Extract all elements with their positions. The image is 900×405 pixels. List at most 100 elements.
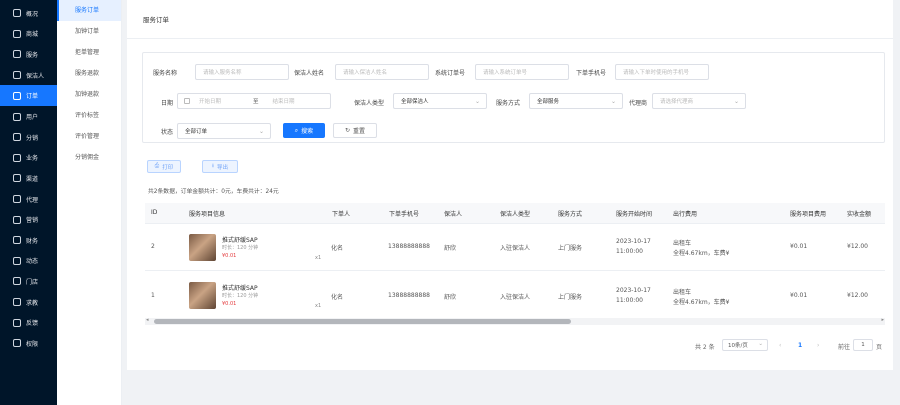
phone-label: 下单手机号 xyxy=(576,70,607,77)
finance-icon xyxy=(13,236,21,245)
goto-page-input[interactable]: 1 xyxy=(853,339,873,351)
submenu-item[interactable]: 分销佣金 xyxy=(57,147,121,168)
header-cleaner: 保洁人 xyxy=(444,211,463,218)
horizontal-scrollbar[interactable]: ◂ ▸ xyxy=(145,317,885,325)
store-icon xyxy=(13,277,21,286)
channel-icon xyxy=(13,174,21,183)
scroll-right-icon[interactable]: ▸ xyxy=(881,317,884,323)
header-item-fee: 服务项目费用 xyxy=(790,211,827,218)
date-label: 日期 xyxy=(161,100,174,107)
date-start-placeholder: 开始日期 xyxy=(199,99,222,105)
divider xyxy=(145,223,885,224)
next-page-icon[interactable]: › xyxy=(817,342,819,349)
sidebar-item[interactable]: 财务 xyxy=(0,230,57,251)
submenu: 服务订单 加钟订单 拒单管理 服务退款 加钟退款 评价标签 评价管理 分销佣金 xyxy=(57,0,122,405)
chevron-down-icon: ⌄ xyxy=(758,341,763,347)
export-button-label: 导出 xyxy=(216,164,228,171)
sidebar-item[interactable]: 代理 xyxy=(0,189,57,210)
page-size-select[interactable]: 10条/页 ⌄ xyxy=(722,339,768,351)
cleaner-type-select[interactable]: 全部保洁人 ⌄ xyxy=(393,93,487,109)
export-button[interactable]: ⭳ 导出 xyxy=(202,160,238,173)
agent-placeholder: 请选择代理商 xyxy=(660,99,694,105)
sidebar-item[interactable]: 商城 xyxy=(0,24,57,45)
cell-qty: x1 xyxy=(315,255,322,261)
cell-cleaner: 舒欣 xyxy=(444,245,457,252)
reset-button[interactable]: ↻ 重置 xyxy=(333,123,377,138)
submenu-item[interactable]: 服务订单 xyxy=(57,0,121,21)
search-button-label: 搜索 xyxy=(301,128,314,135)
cleaner-icon xyxy=(13,71,21,80)
sidebar-item[interactable]: 用户 xyxy=(0,106,57,127)
status-label: 状态 xyxy=(161,129,174,136)
service-name-label: 服务名称 xyxy=(153,70,178,77)
scrollbar-thumb[interactable] xyxy=(154,319,571,324)
header-received: 实收金额 xyxy=(847,211,872,218)
help-icon xyxy=(13,298,21,307)
sidebar-item[interactable]: 动态 xyxy=(0,251,57,272)
marketing-icon xyxy=(13,215,21,224)
cleaner-type-value: 全部保洁人 xyxy=(401,99,429,105)
sidebar-item[interactable]: 服务 xyxy=(0,44,57,65)
cell-cleaner-type: 入驻保洁人 xyxy=(500,294,531,301)
service-mode-value: 全部服务 xyxy=(537,99,560,105)
cell-price: ¥0.01 xyxy=(222,253,237,259)
submenu-item[interactable]: 加钟订单 xyxy=(57,21,121,42)
phone-input[interactable]: 请输入下单时使用的手机号 xyxy=(615,64,709,80)
cell-id: 2 xyxy=(151,243,155,250)
sidebar-item-label: 服务 xyxy=(26,51,39,59)
shop-icon xyxy=(13,29,21,38)
agent-select[interactable]: 请选择代理商 ⌄ xyxy=(652,93,746,109)
prev-page-icon[interactable]: ‹ xyxy=(779,342,781,349)
chevron-down-icon: ⌄ xyxy=(733,98,739,105)
service-name-input[interactable]: 请输入服务名称 xyxy=(195,64,289,80)
scroll-left-icon[interactable]: ◂ xyxy=(146,317,149,323)
cell-start-date: 2023-10-17 xyxy=(616,287,651,294)
sidebar-item[interactable]: 订单 xyxy=(0,85,57,107)
sidebar-item[interactable]: 求教 xyxy=(0,292,57,313)
service-mode-select[interactable]: 全部服务 ⌄ xyxy=(529,93,623,109)
submenu-item[interactable]: 加钟退款 xyxy=(57,84,121,105)
calendar-icon xyxy=(184,98,190,104)
submenu-item[interactable]: 拒单管理 xyxy=(57,42,121,63)
cell-customer: 化名 xyxy=(331,245,344,252)
distribution-icon xyxy=(13,133,21,142)
sidebar-item[interactable]: 业务 xyxy=(0,148,57,169)
sidebar-item[interactable]: 门店 xyxy=(0,271,57,292)
page-title: 服务订单 xyxy=(143,16,169,24)
table-header: ID 服务项目信息 下单人 下单手机号 保洁人 保洁人类型 服务方式 服务开始时… xyxy=(145,203,885,223)
search-button[interactable]: ⌕ 搜索 xyxy=(283,123,325,138)
feed-icon xyxy=(13,256,21,265)
print-button[interactable]: ⎙ 打印 xyxy=(147,160,181,173)
page-number-current[interactable]: 1 xyxy=(798,342,802,349)
cell-duration: 时长：120 分钟 xyxy=(222,293,259,299)
header-service-mode: 服务方式 xyxy=(558,211,583,218)
cell-received: ¥12.00 xyxy=(847,243,868,250)
service-mode-label: 服务方式 xyxy=(496,100,521,107)
date-range-picker[interactable]: 开始日期 至 结束日期 xyxy=(177,93,331,109)
sidebar: 概况商城服务保洁人 订单 用户 分销 业务 渠道 代理 营销财务动态门店求教 反馈 权限 xyxy=(0,0,57,405)
submenu-item[interactable]: 服务退款 xyxy=(57,63,121,84)
sidebar-item[interactable]: 反馈 xyxy=(0,312,57,333)
sidebar-item-label: 门店 xyxy=(26,278,39,286)
status-select[interactable]: 全部订单 ⌄ xyxy=(177,123,271,139)
cell-price: ¥0.01 xyxy=(222,301,237,307)
sidebar-item[interactable]: 保洁人 xyxy=(0,65,57,86)
sidebar-item[interactable]: 营销 xyxy=(0,209,57,230)
order-no-input[interactable]: 请输入系统订单号 xyxy=(475,64,569,80)
cell-travel-mode: 出租车 xyxy=(673,289,692,296)
cleaner-name-input[interactable]: 请输入保洁人姓名 xyxy=(335,64,429,80)
sidebar-item-label: 财务 xyxy=(26,237,39,245)
sidebar-item[interactable]: 分销 xyxy=(0,127,57,148)
sidebar-item-label: 概况 xyxy=(26,10,39,18)
home-icon xyxy=(13,9,21,18)
header-start-time: 服务开始时间 xyxy=(616,211,653,218)
sidebar-item[interactable]: 概况 xyxy=(0,3,57,24)
submenu-item[interactable]: 评价标签 xyxy=(57,105,121,126)
cell-start-time: 11:00:00 xyxy=(616,297,643,304)
status-value: 全部订单 xyxy=(185,129,208,135)
agent-label: 代理商 xyxy=(629,100,648,107)
sidebar-item[interactable]: 权限 xyxy=(0,333,57,354)
submenu-item[interactable]: 评价管理 xyxy=(57,126,121,147)
goto-label: 前往 xyxy=(838,344,851,351)
sidebar-item[interactable]: 渠道 xyxy=(0,168,57,189)
